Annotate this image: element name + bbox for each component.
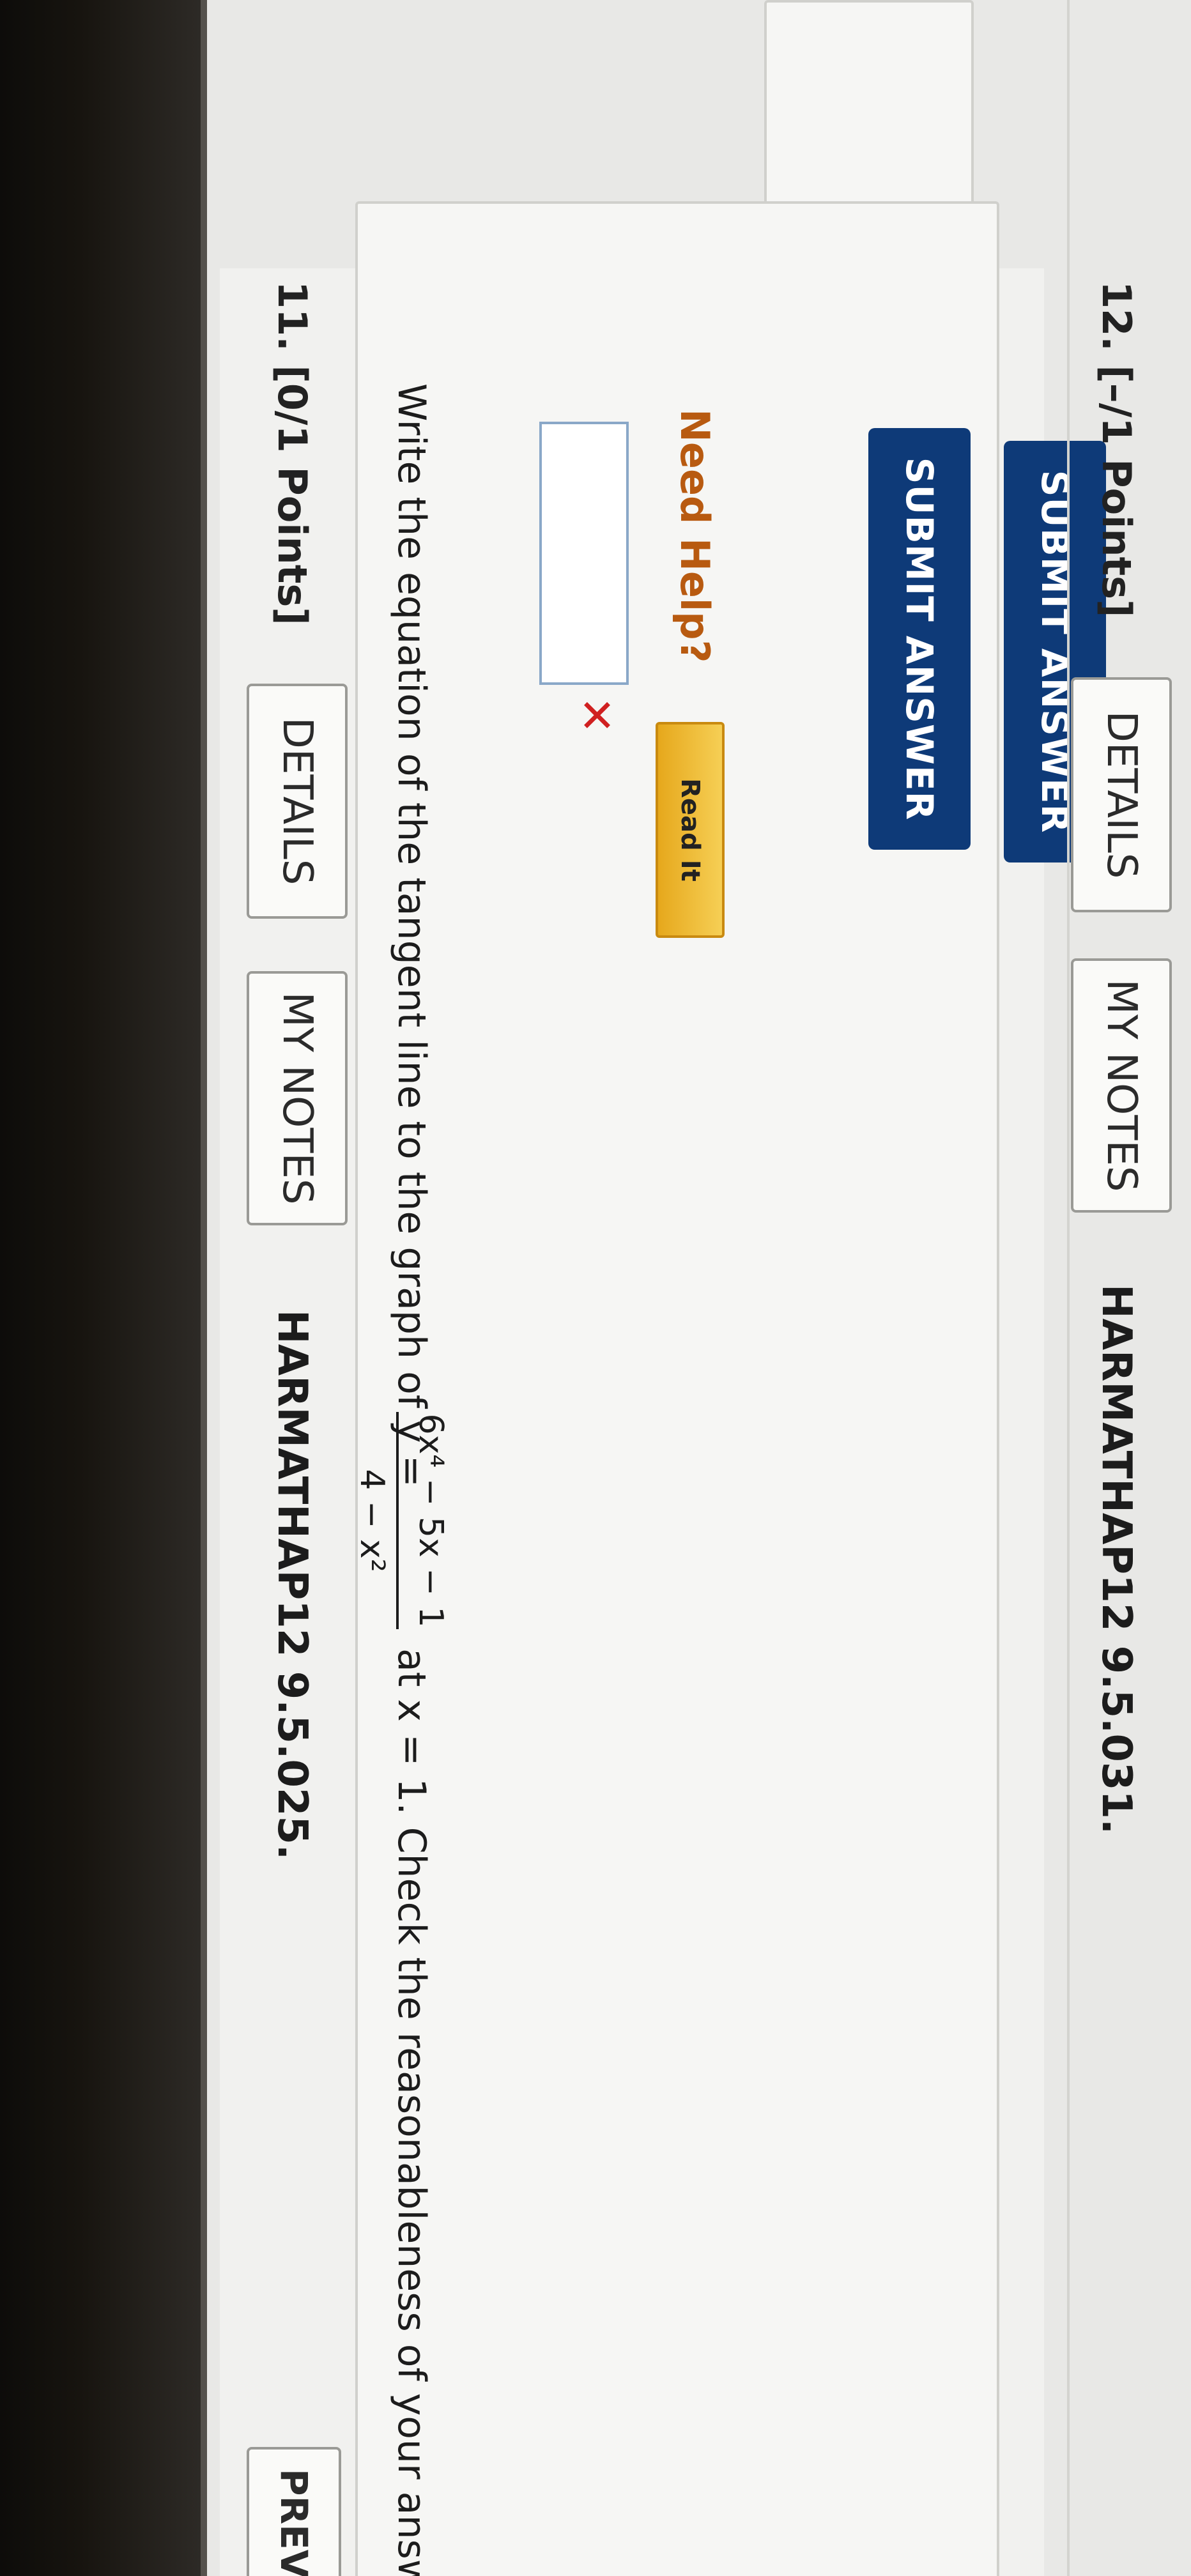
- need-help-label: Need Help?: [672, 409, 718, 663]
- submit-answer-button[interactable]: SUBMIT ANSWER: [868, 428, 971, 850]
- question-divider: [1067, 0, 1070, 2576]
- question-11-function-fraction: 6x⁴ − 5x − 1 4 − x²: [341, 1412, 450, 1629]
- question-11-my-notes-button[interactable]: MY NOTES: [247, 971, 348, 1225]
- question-11-problem-id: HARMATHAP12 9.5.025.: [268, 1310, 316, 1860]
- question-11-points: 11. [0/1 Points]: [269, 281, 316, 625]
- question-12-points: 12. [–/1 Points]: [1093, 281, 1140, 618]
- fraction-bar: [396, 1412, 399, 1629]
- monitor-bezel: [0, 0, 201, 2576]
- question-12-problem-id: HARMATHAP12 9.5.031.: [1093, 1284, 1140, 1835]
- question-12-my-notes-button[interactable]: MY NOTES: [1071, 958, 1172, 1213]
- read-it-button[interactable]: Read It: [656, 722, 725, 938]
- fraction-denominator: 4 − x²: [353, 1469, 391, 1572]
- question-11-prompt-start: Write the equation of the tangent line t…: [389, 383, 434, 1487]
- question-11-details-button[interactable]: DETAILS: [247, 684, 348, 919]
- question-12-details-button[interactable]: DETAILS: [1071, 677, 1172, 912]
- previous-answers-button[interactable]: PREVI: [247, 2447, 341, 2576]
- fraction-numerator: 6x⁴ − 5x − 1: [411, 1413, 450, 1628]
- page: SUBMIT ANSWER 11. [0/1 Points] DETAILS M…: [0, 0, 1191, 2576]
- answer-input[interactable]: [539, 422, 629, 685]
- question-11-prompt-end: at x = 1. Check the reasonableness of yo…: [389, 1648, 434, 2576]
- incorrect-icon: ✕: [570, 696, 622, 734]
